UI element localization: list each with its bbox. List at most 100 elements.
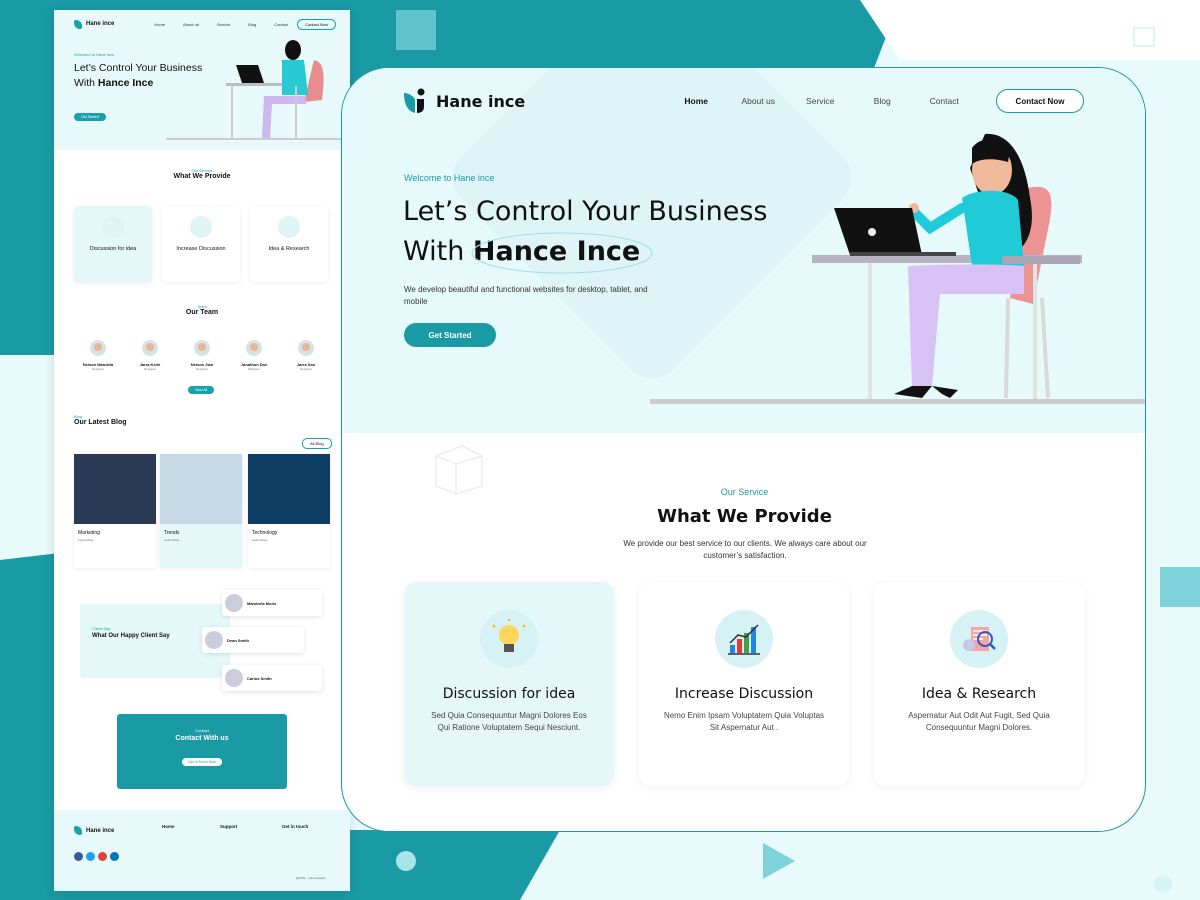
logo-icon (74, 19, 82, 29)
member-role: Designer (195, 367, 208, 371)
preview-blog-card[interactable]: Trends Learn More (160, 454, 242, 568)
bar-chart-icon (190, 216, 212, 238)
blog-image (248, 454, 330, 524)
footer-col-title: Support (220, 824, 238, 829)
services-description: We provide our best service to our clien… (623, 539, 867, 560)
get-started-button[interactable]: Get Started (404, 323, 496, 347)
social-icons (74, 852, 119, 861)
preview-blog-title: Our Latest Blog (74, 419, 127, 426)
avatar (90, 340, 106, 356)
lightbulb-icon (480, 610, 538, 668)
preview-all-blog-button[interactable]: All Blog (302, 438, 332, 449)
service-card-text: Sed Quia Consequuntur Magni Dolores Eos … (431, 711, 587, 732)
blog-link[interactable]: Learn More (252, 538, 326, 542)
preview-testimonial: Mandrela Moris (222, 590, 322, 616)
preview-nav-about[interactable]: About us (183, 22, 199, 27)
blog-link[interactable]: Learn More (164, 538, 238, 542)
client-name: Carlos Smith (247, 675, 272, 681)
avatar (225, 594, 243, 612)
preview-team-member[interactable]: Jonathon Doe Marketer (232, 340, 276, 371)
preview-contact-section: Contact Contact With us Get In Touch Now (117, 714, 287, 789)
preview-brand-name: Hane ince (86, 21, 115, 27)
title-highlight-ellipse (471, 232, 653, 274)
twitter-icon[interactable] (86, 852, 95, 861)
preview-nav-contact[interactable]: Contact (274, 22, 288, 27)
avatar (225, 669, 243, 687)
footer-col-title: Home (162, 824, 175, 829)
facebook-icon[interactable] (74, 852, 83, 861)
nav-blog[interactable]: Blog (851, 96, 913, 106)
full-page-preview: Hane ince Home About us Service Blog Con… (54, 10, 350, 891)
research-icon (278, 216, 300, 238)
service-card-text: Aspernatur Aut Odit Aut Fugit, Sed Quia … (908, 711, 1050, 732)
preview-team-member[interactable]: Jarra Kelin Designer (128, 340, 172, 371)
preview-contact-title: Contact With us (175, 735, 229, 742)
preview-service-card[interactable]: Increase Discussion (162, 206, 240, 282)
preview-nav-blog[interactable]: Blog (248, 22, 256, 27)
lightbulb-icon (102, 216, 124, 238)
hero-welcome: Welcome to Hane ince (404, 173, 495, 183)
preview-contact-button[interactable]: Contact Now (297, 18, 336, 30)
google-plus-icon[interactable] (98, 852, 107, 861)
service-card-title: Idea & Research (921, 686, 1037, 702)
preview-team-header: Team Our Team (54, 304, 350, 316)
nav-contact[interactable]: Contact (913, 96, 975, 106)
footer-logo[interactable]: Hane ince (74, 826, 114, 835)
preview-contact-cta[interactable]: Get In Touch Now (182, 758, 222, 766)
bar-chart-icon (715, 610, 773, 668)
contact-now-button[interactable]: Contact Now (996, 89, 1084, 113)
preview-service-card[interactable]: Discussion for idea (74, 206, 152, 282)
hero-title-prefix: With (403, 236, 473, 267)
top-navigation: Hane ince Home About us Service Blog Con… (402, 78, 1084, 124)
logo-icon (404, 88, 425, 113)
nav-service[interactable]: Service (789, 96, 851, 106)
member-role: Marketer (248, 367, 260, 371)
preview-team-member[interactable]: Nelson Jian Designer (180, 340, 224, 371)
services-title: What We Provide (657, 506, 832, 527)
preview-logo[interactable]: Hane ince (74, 19, 115, 29)
nav-home[interactable]: Home (665, 96, 727, 106)
brand-name: Hane ince (436, 91, 526, 111)
preview-nav-home[interactable]: Home (154, 22, 165, 27)
preview-team-member[interactable]: Jarra San Designer (284, 340, 328, 371)
footer-col-title: Get in touch (282, 824, 309, 829)
research-icon (950, 610, 1008, 668)
hero-illustration (650, 133, 1145, 404)
preview-blog-card[interactable]: Technology Learn More (248, 454, 330, 568)
blog-link[interactable]: Learn More (78, 538, 152, 542)
service-card-text: Nemo Enim Ipsam Voluptatem Quia Voluptas… (663, 711, 825, 732)
hero-subtitle: We develop beautiful and functional webs… (404, 285, 648, 306)
service-card-discussion[interactable]: Discussion for idea Sed Quia Consequuntu… (404, 582, 614, 786)
blog-image (160, 454, 242, 524)
blog-title: Trends (164, 530, 180, 536)
preview-card-title: Discussion for idea (89, 246, 137, 252)
avatar (142, 340, 158, 356)
nav-about[interactable]: About us (727, 96, 789, 106)
preview-card-title: Idea & Research (268, 246, 310, 252)
preview-get-started-button[interactable]: Get Started (74, 113, 106, 121)
logo[interactable]: Hane ince (402, 87, 525, 115)
preview-nav: Hane ince Home About us Service Blog Con… (74, 17, 336, 31)
preview-blog-card[interactable]: Marketing Learn More (74, 454, 156, 568)
avatar (246, 340, 262, 356)
preview-title-bold: Hance Ince (97, 77, 154, 89)
member-role: Designer (143, 367, 156, 371)
linkedin-icon[interactable] (110, 852, 119, 861)
blog-title: Technology (252, 530, 278, 536)
blog-image (74, 454, 156, 524)
preview-view-all-button[interactable]: View All (188, 386, 215, 394)
preview-card-title: Increase Discussion (176, 246, 226, 252)
preview-team-member[interactable]: Nelson Mandela Designer (76, 340, 120, 371)
client-name: Dean Smith (227, 637, 250, 643)
preview-hero-illustration (166, 40, 346, 140)
main-preview-card: Hane ince Home About us Service Blog Con… (341, 67, 1146, 832)
preview-nav-service[interactable]: Service (217, 22, 230, 27)
service-card-increase[interactable]: Increase Discussion Nemo Enim Ipsam Volu… (639, 582, 849, 786)
service-card-research[interactable]: Idea & Research Aspernatur Aut Odit Aut … (874, 582, 1084, 786)
client-name: Mandrela Moris (247, 600, 277, 606)
preview-footer: Hane ince Home Support Get in touch @202… (54, 810, 350, 891)
preview-service-card[interactable]: Idea & Research (250, 206, 328, 282)
preview-team-title: Our Team (185, 309, 219, 316)
nav-links: Home About us Service Blog Contact (665, 96, 975, 106)
member-role: Designer (299, 367, 312, 371)
